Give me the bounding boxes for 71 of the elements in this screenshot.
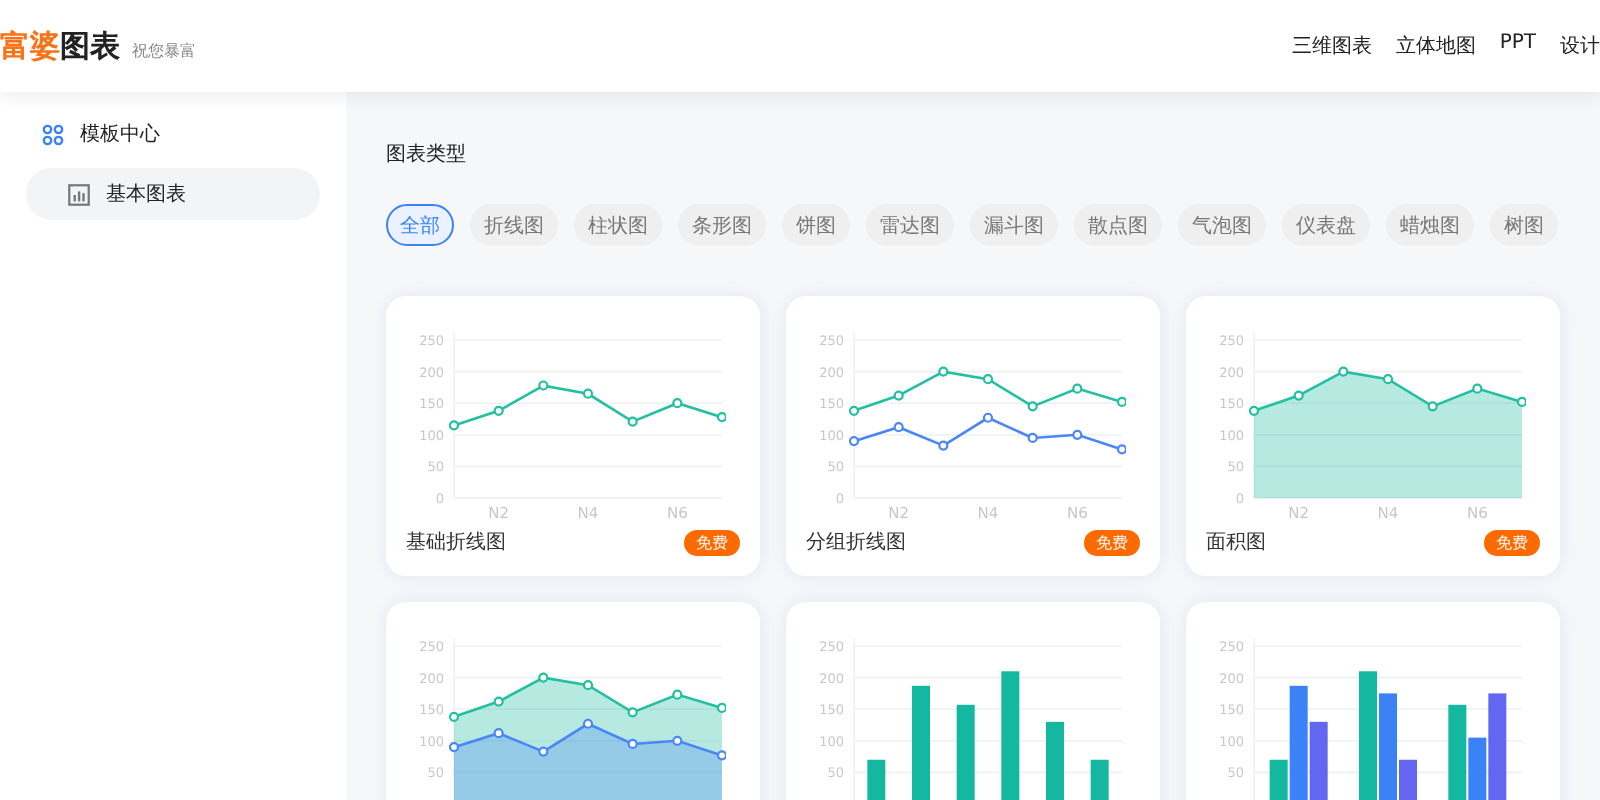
bar xyxy=(1046,721,1064,800)
nav-link[interactable]: 设计 xyxy=(1560,32,1600,60)
point xyxy=(672,689,683,700)
data-point xyxy=(448,420,460,431)
filter-tab[interactable]: 全部 xyxy=(386,204,454,246)
data-point xyxy=(1116,396,1126,408)
nav-link[interactable]: PPT xyxy=(1499,32,1536,60)
bar xyxy=(956,704,975,800)
data-point xyxy=(627,416,638,427)
filter-tab[interactable]: 漏斗图 xyxy=(970,204,1058,246)
sidebar-item[interactable]: 基本图表 xyxy=(26,168,320,220)
bar xyxy=(1359,671,1377,800)
section-title: 图表类型 xyxy=(386,141,468,168)
filter-tab[interactable]: 仪表盘 xyxy=(1282,204,1370,246)
data-point xyxy=(982,412,994,423)
sidebar-item[interactable]: 模板中心 xyxy=(26,108,320,160)
card-title: 基础折线图 xyxy=(406,529,506,556)
data-point xyxy=(938,440,949,451)
data-point xyxy=(1027,432,1038,444)
logo-text: 富婆图表 xyxy=(0,27,120,65)
filter-tab[interactable]: 雷达图 xyxy=(866,204,954,246)
filter-tab[interactable]: 折线图 xyxy=(470,204,558,246)
data-point xyxy=(716,412,726,423)
data-point xyxy=(1072,429,1083,440)
filter-tab[interactable]: 散点图 xyxy=(1074,204,1162,246)
data-point xyxy=(538,380,549,391)
bar xyxy=(1090,759,1109,800)
free-badge: 免费 xyxy=(1484,529,1540,555)
point xyxy=(582,718,594,729)
point xyxy=(448,711,460,722)
filter-tab[interactable]: 条形图 xyxy=(678,204,766,246)
card-title: 面积图 xyxy=(1206,530,1266,556)
point xyxy=(627,738,638,750)
point xyxy=(627,707,638,718)
tagline: 祝您暴富 xyxy=(132,39,196,61)
point xyxy=(672,735,683,746)
bar xyxy=(1001,671,1020,800)
point xyxy=(582,680,594,691)
data-point xyxy=(1072,383,1083,394)
bar-chart-icon xyxy=(68,183,90,205)
four-circles-icon xyxy=(42,123,64,145)
data-point xyxy=(672,398,683,409)
point xyxy=(716,750,726,761)
card-title: 分组折线图 xyxy=(806,529,906,556)
bar xyxy=(912,685,930,800)
point xyxy=(493,696,504,707)
point xyxy=(538,746,549,757)
data-point xyxy=(938,366,949,377)
data-point xyxy=(582,388,594,399)
data-point xyxy=(893,422,904,433)
nav-link[interactable]: 立体地图 xyxy=(1395,32,1476,60)
filter-tab[interactable]: 树图 xyxy=(1490,204,1558,246)
filter-tab[interactable]: 柱状图 xyxy=(574,204,662,246)
data-point xyxy=(1027,401,1038,412)
free-badge: 免费 xyxy=(1084,529,1140,555)
point xyxy=(538,672,549,683)
data-point xyxy=(1116,444,1126,455)
point xyxy=(448,742,460,753)
filter-tab[interactable]: 蜡烛图 xyxy=(1386,204,1474,246)
filter-tab[interactable]: 饼图 xyxy=(782,204,850,246)
data-point xyxy=(893,390,904,401)
data-point xyxy=(848,436,860,447)
nav-link[interactable]: 三维图表 xyxy=(1291,32,1372,60)
point xyxy=(716,702,726,714)
data-point xyxy=(982,374,994,385)
free-badge: 免费 xyxy=(684,529,740,555)
filter-tab[interactable]: 气泡图 xyxy=(1178,204,1266,246)
bar xyxy=(867,759,886,800)
point xyxy=(493,728,504,739)
data-point xyxy=(848,405,860,416)
data-point xyxy=(493,405,504,416)
